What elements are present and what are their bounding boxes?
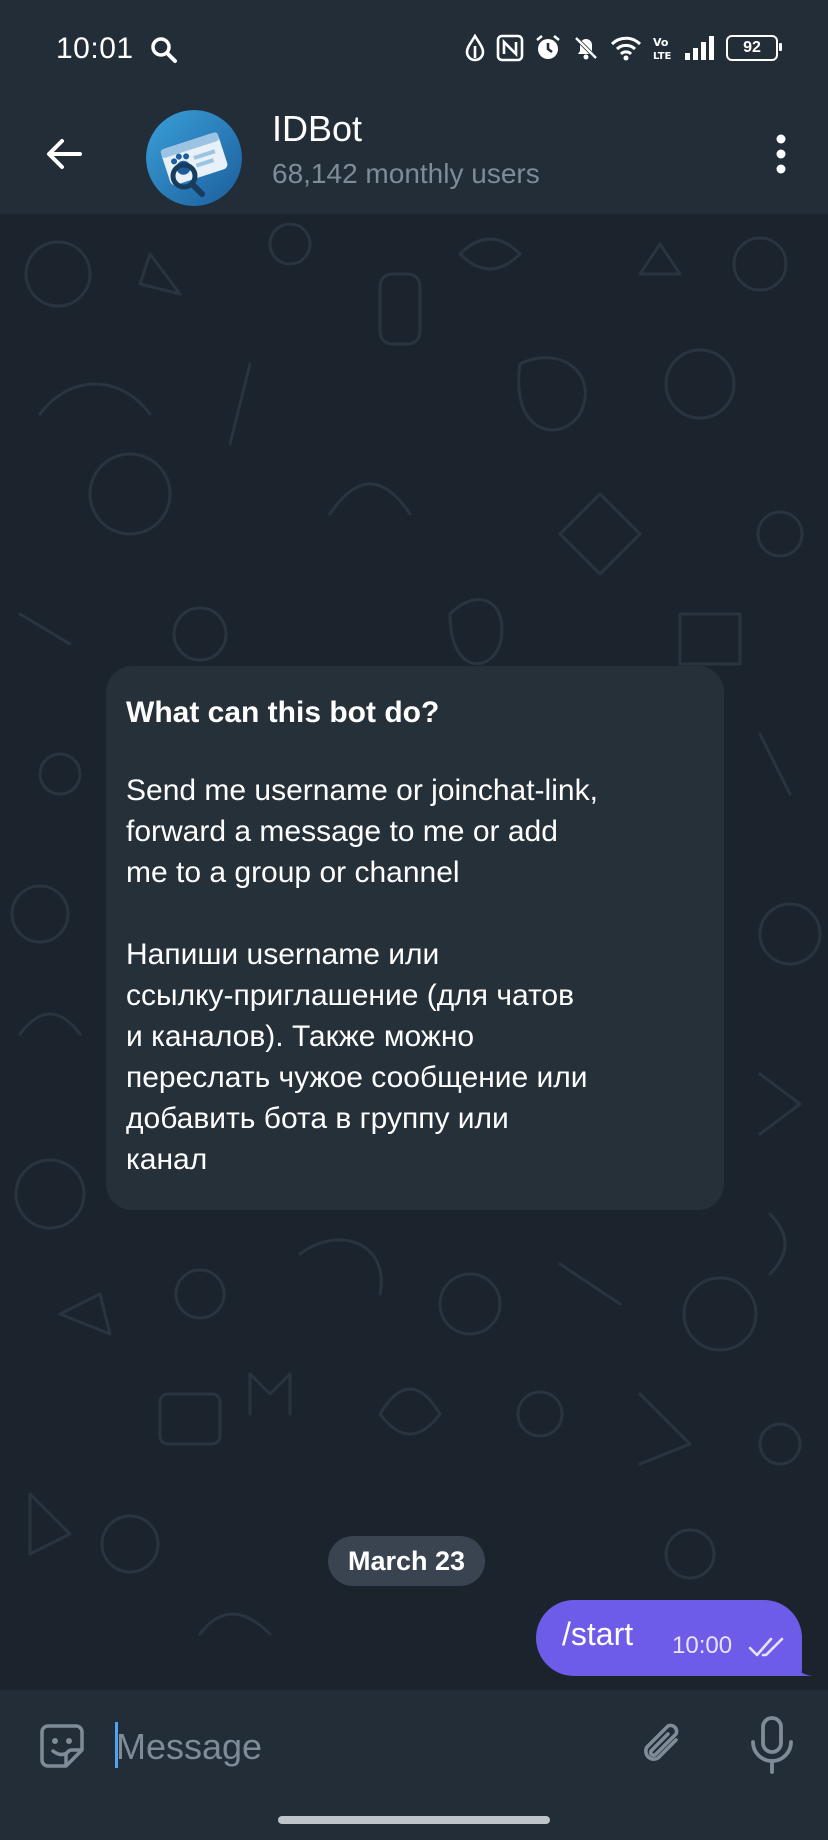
- back-button[interactable]: [36, 126, 92, 182]
- status-time: 10:01: [56, 32, 134, 65]
- signal-icon: [685, 36, 714, 60]
- sticker-icon: [40, 1724, 84, 1768]
- data-saver-icon: [465, 34, 485, 62]
- more-vertical-icon: [776, 134, 786, 174]
- emoji-sticker-button[interactable]: [34, 1718, 90, 1774]
- avatar[interactable]: [146, 110, 242, 206]
- bubble-tail: [792, 1658, 812, 1676]
- status-icons: Vo LTE 92: [464, 30, 782, 66]
- paperclip-icon: [644, 1723, 679, 1761]
- message-input-bar: [0, 1690, 828, 1802]
- microphone-icon: [751, 1716, 793, 1774]
- nfc-icon: [496, 34, 524, 62]
- chat-area[interactable]: What can this bot do? Send me username o…: [0, 214, 828, 1690]
- chat-subtitle: 68,142 monthly users: [272, 158, 540, 189]
- intro-text-en: Send me username or joinchat-link, forwa…: [126, 774, 598, 889]
- voice-record-button[interactable]: [744, 1714, 800, 1778]
- svg-text:Vo: Vo: [653, 36, 669, 49]
- attach-button[interactable]: [632, 1716, 692, 1776]
- system-nav-bar: [0, 1802, 828, 1840]
- battery-level: 92: [743, 39, 761, 56]
- telegram-chat-screen: 10:01 Vo LTE 92 IDBot 68,142 monthly use…: [0, 0, 828, 1840]
- outgoing-message[interactable]: /start 10:00: [536, 1600, 812, 1676]
- intro-title: What can this bot do?: [126, 696, 440, 729]
- search-icon: [151, 37, 177, 63]
- status-bar: 10:01 Vo LTE 92: [0, 0, 828, 96]
- wifi-icon: [610, 36, 642, 61]
- bot-avatar-icon: [146, 110, 242, 206]
- chat-title[interactable]: IDBot: [272, 108, 362, 150]
- volte-icon: Vo LTE: [653, 36, 672, 62]
- alarm-icon: [536, 34, 560, 59]
- home-gesture-handle[interactable]: [278, 1816, 550, 1824]
- message-input[interactable]: [114, 1714, 618, 1780]
- message-time: 10:00: [672, 1632, 733, 1659]
- message-text: /start: [562, 1616, 634, 1652]
- arrow-left-icon: [47, 139, 82, 169]
- intro-text-ru: Напиши username или ссылку-приглашение (…: [126, 938, 588, 1176]
- date-separator: March 23: [328, 1536, 486, 1586]
- more-menu-button[interactable]: [756, 124, 806, 184]
- date-label: March 23: [348, 1545, 466, 1576]
- mute-icon: [574, 36, 598, 60]
- battery-icon: 92: [726, 35, 782, 61]
- chat-header: IDBot 68,142 monthly users: [0, 96, 828, 214]
- double-check-icon: [748, 1637, 784, 1657]
- bot-intro-card: What can this bot do? Send me username o…: [106, 666, 724, 1210]
- svg-text:LTE: LTE: [653, 51, 672, 62]
